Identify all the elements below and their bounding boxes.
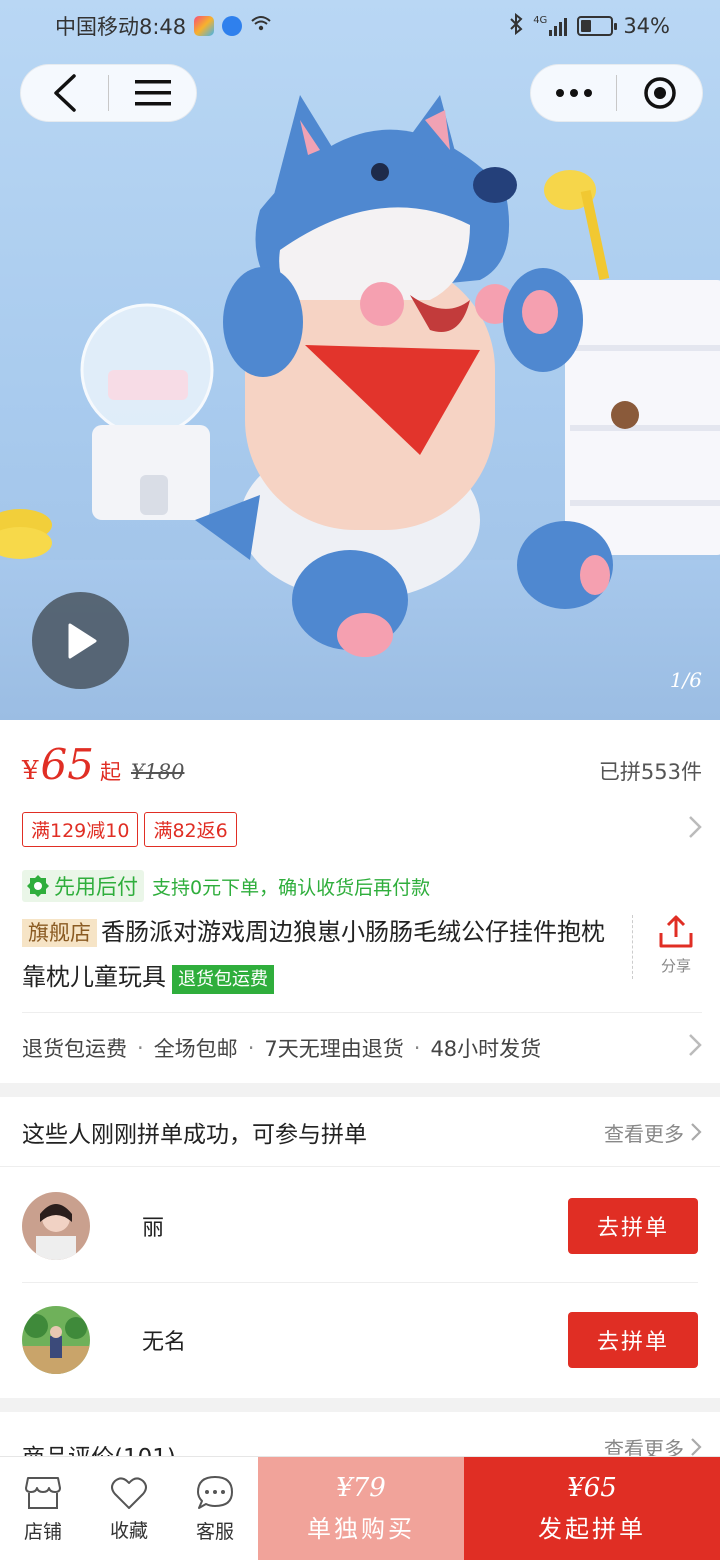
flagship-store-tag: 旗舰店 <box>22 919 97 947</box>
share-icon <box>659 915 693 948</box>
buy-alone-price: ¥79 <box>336 1473 386 1503</box>
group-member-row: 无名 去拼单 <box>22 1304 698 1376</box>
drawer-cabinet-decor <box>565 280 720 555</box>
notification-app-icon <box>194 16 215 36</box>
price-value: 65 <box>40 740 94 789</box>
coupon-badge: 满82返6 <box>144 811 237 847</box>
section-gap <box>0 1083 720 1097</box>
service-item: 退货包运费 <box>22 1036 127 1061</box>
tab-customer-service-label: 客服 <box>195 1520 234 1543</box>
more-dots-icon <box>555 89 592 97</box>
network-type: 4G <box>533 15 548 26</box>
status-bar: 中国移动8:48 4G 34% <box>0 0 720 52</box>
group-buy-title: 这些人刚刚拼单成功，可参与拼单 <box>22 1122 367 1148</box>
sold-count: 已拼553件 <box>598 760 702 784</box>
menu-button[interactable] <box>109 65 196 121</box>
share-label: 分享 <box>660 957 691 975</box>
chat-bubble-icon <box>197 1475 233 1509</box>
bluetooth-icon <box>509 12 523 40</box>
image-pager: 1/6 <box>669 668 702 692</box>
divider <box>0 1166 720 1167</box>
free-return-tag: 退货包运费 <box>172 965 274 994</box>
chevron-right-icon <box>691 1438 702 1456</box>
back-button[interactable] <box>21 65 108 121</box>
back-icon <box>53 74 76 112</box>
price-suffix: 起 <box>100 760 121 784</box>
section-gap <box>0 1398 720 1412</box>
signal-icon: 4G <box>533 15 568 36</box>
service-item: 7天无理由退货 <box>264 1036 404 1061</box>
group-buy-more-link[interactable]: 查看更多 <box>604 1118 702 1147</box>
avatar <box>22 1306 90 1374</box>
battery-icon <box>577 16 618 36</box>
share-button[interactable]: 分享 <box>648 915 704 976</box>
battery-percent: 34% <box>623 14 670 38</box>
service-separator: · <box>137 1035 144 1060</box>
pay-later-text: 支持0元下单，确认收货后再付款 <box>152 876 431 899</box>
divider <box>22 1282 698 1283</box>
play-icon <box>68 623 96 658</box>
group-buy-header: 这些人刚刚拼单成功，可参与拼单 查看更多 <box>22 1098 702 1166</box>
tab-customer-service[interactable]: 客服 <box>172 1457 258 1560</box>
product-title-text: 香肠派对游戏周边狼崽小肠肠毛绒公仔挂件抱枕靠枕儿童玩具 <box>22 918 605 991</box>
play-video-button[interactable] <box>32 592 129 689</box>
more-label: 查看更多 <box>604 1121 684 1146</box>
tab-favorite[interactable]: 收藏 <box>86 1457 172 1560</box>
price-row: ¥ 65 起 ¥180 已拼553件 <box>22 740 702 790</box>
tab-store[interactable]: 店铺 <box>0 1457 86 1560</box>
start-group-button[interactable]: ¥65 发起拼单 <box>464 1457 720 1560</box>
service-guarantees[interactable]: 退货包运费 · 全场包邮 · 7天无理由退货 · 48小时发货 <box>22 1012 702 1082</box>
member-name: 丽 <box>142 1216 165 1241</box>
coupon-badge: 满129减10 <box>22 811 139 847</box>
gumball-machine-decor <box>80 303 214 520</box>
carrier-time: 中国移动8:48 <box>55 15 187 39</box>
tab-favorite-label: 收藏 <box>109 1519 148 1542</box>
start-group-price: ¥65 <box>567 1473 617 1503</box>
member-name: 无名 <box>142 1330 187 1355</box>
chevron-right-icon <box>691 1123 702 1141</box>
avatar <box>22 1192 90 1260</box>
chevron-right-icon <box>688 1033 702 1062</box>
coupon-row[interactable]: 满129减10 满82返6 <box>22 811 702 847</box>
join-group-button[interactable]: 去拼单 <box>568 1198 698 1254</box>
service-item: 48小时发货 <box>430 1036 542 1061</box>
macaron-decor <box>0 509 52 559</box>
buy-alone-button[interactable]: ¥79 单独购买 <box>258 1457 464 1560</box>
tab-store-label: 店铺 <box>23 1520 62 1543</box>
wifi-icon <box>250 14 272 38</box>
menu-icon <box>134 80 171 106</box>
share-divider <box>632 915 633 979</box>
bottom-tabs: 店铺 收藏 客服 <box>0 1457 258 1560</box>
heart-icon <box>111 1476 147 1509</box>
store-icon <box>25 1476 61 1509</box>
pay-later-label: 先用后付 <box>54 875 138 899</box>
chevron-right-icon <box>688 815 702 843</box>
bottom-action-bar: 店铺 收藏 客服 ¥79 单独购买 ¥65 发起拼单 <box>0 1456 720 1560</box>
close-miniprogram-button[interactable] <box>617 65 702 121</box>
group-member-row: 丽 去拼单 <box>22 1190 698 1262</box>
price-currency: ¥ <box>22 756 39 786</box>
product-title: 旗舰店 香肠派对游戏周边狼崽小肠肠毛绒公仔挂件抱枕靠枕儿童玩具 退货包运费 <box>22 910 612 1002</box>
product-image-carousel[interactable]: 中国移动8:48 4G 34% 1/6 <box>0 0 720 720</box>
miniprogram-capsule <box>530 64 703 122</box>
browser-app-icon <box>222 16 243 36</box>
nav-capsule <box>20 64 197 122</box>
original-price: ¥180 <box>131 760 185 784</box>
pay-later-icon <box>27 875 49 897</box>
service-separator: · <box>413 1035 421 1060</box>
service-separator: · <box>247 1035 255 1060</box>
pay-later-badge: 先用后付 <box>22 870 144 902</box>
desk-lamp-decor <box>544 170 610 281</box>
buy-alone-label: 单独购买 <box>307 1515 415 1543</box>
record-target-icon <box>643 77 676 109</box>
pay-later-row: 先用后付 支持0元下单，确认收货后再付款 <box>22 870 430 902</box>
join-group-button[interactable]: 去拼单 <box>568 1312 698 1368</box>
service-item: 全场包邮 <box>153 1036 238 1061</box>
more-options-button[interactable] <box>531 65 616 121</box>
start-group-label: 发起拼单 <box>538 1515 646 1543</box>
